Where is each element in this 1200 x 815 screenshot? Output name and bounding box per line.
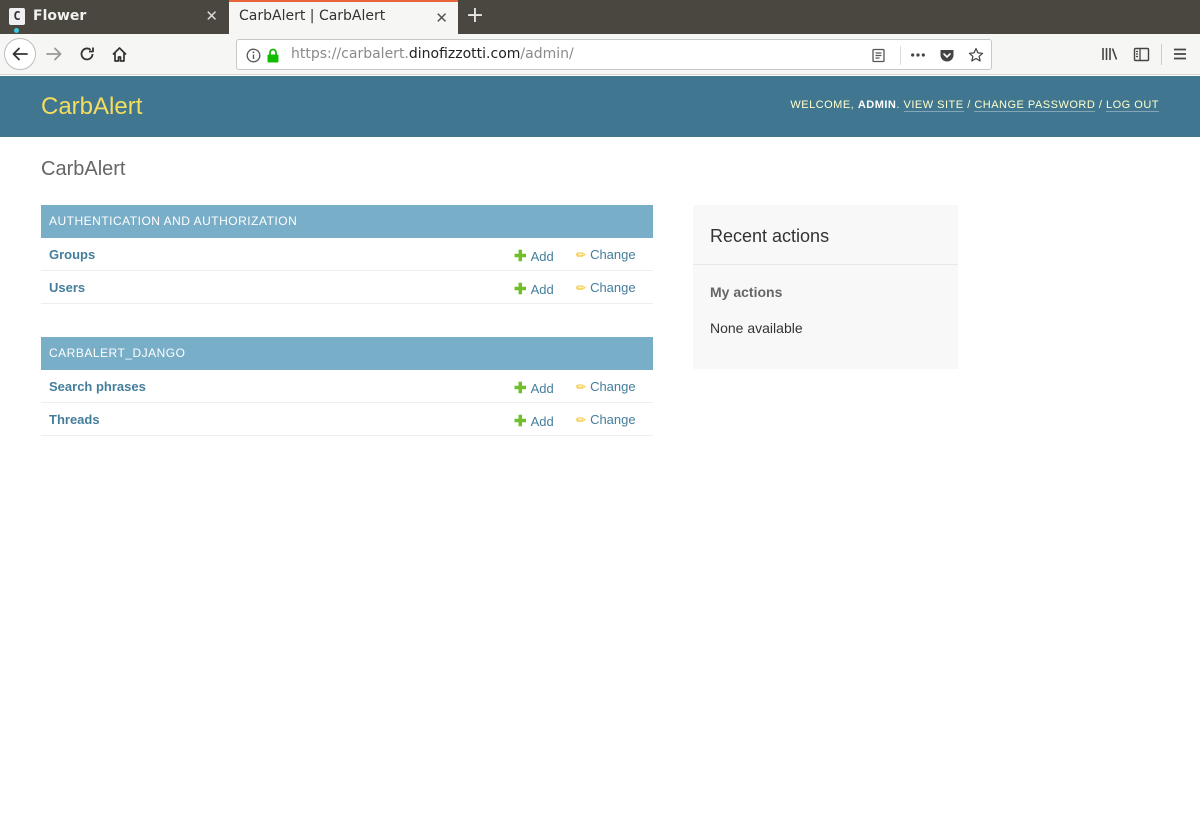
view-site-link[interactable]: View site	[903, 99, 964, 112]
pencil-icon: ✏	[576, 380, 587, 394]
back-button[interactable]	[4, 38, 36, 70]
link-separator: /	[967, 99, 971, 111]
hamburger-menu-icon	[1174, 48, 1186, 60]
link-separator: /	[1098, 99, 1103, 111]
tab-title: Flower	[33, 8, 87, 24]
add-groups-button[interactable]: ✚ Add	[514, 247, 554, 265]
table-row: Threads ✚ Add ✏ Change	[41, 403, 653, 436]
module-caption[interactable]: Authentication and Authorization	[41, 205, 653, 238]
add-users-button[interactable]: ✚ Add	[514, 280, 554, 298]
table-row: Users ✚ Add ✏ Change	[41, 271, 653, 304]
close-tab-icon[interactable]: ✕	[435, 9, 448, 27]
module-authentication: Authentication and Authorization Groups …	[41, 205, 653, 304]
flower-favicon-icon: C	[9, 8, 25, 25]
module-carbalert-django: Carbalert_Django Search phrases ✚ Add ✏ Ch…	[41, 337, 653, 436]
url-bar[interactable]: https://carbalert.dinofizzotti.com/admin…	[236, 39, 992, 70]
model-link-search-phrases[interactable]: Search phrases	[49, 379, 146, 394]
change-label: Change	[590, 412, 636, 427]
more-icon[interactable]	[910, 47, 926, 63]
toolbar-divider	[1161, 44, 1162, 65]
tab-title: CarbAlert | CarbAlert	[239, 8, 386, 24]
tab-strip: C Flower ✕ CarbAlert | CarbAlert ✕ +	[0, 0, 1200, 34]
new-tab-button[interactable]: +	[464, 4, 486, 28]
divider	[693, 264, 958, 265]
table-row: Search phrases ✚ Add ✏ Change	[41, 370, 653, 403]
add-label: Add	[530, 249, 554, 264]
add-threads-button[interactable]: ✚ Add	[514, 412, 554, 430]
sidebar-button[interactable]	[1125, 38, 1157, 70]
pencil-icon: ✏	[576, 248, 587, 262]
tab-flower[interactable]: C Flower ✕	[0, 0, 228, 34]
change-search-phrases-button[interactable]: ✏ Change	[576, 379, 636, 394]
navigation-toolbar: https://carbalert.dinofizzotti.com/admin…	[0, 34, 1200, 75]
plus-icon: ✚	[514, 248, 527, 265]
info-icon[interactable]	[245, 47, 261, 63]
pocket-icon[interactable]	[939, 47, 955, 63]
username: admin	[857, 99, 897, 111]
reader-view-icon[interactable]	[870, 47, 886, 63]
home-button[interactable]	[103, 38, 135, 70]
my-actions-heading: My actions	[710, 284, 783, 300]
tab-carbalert[interactable]: CarbAlert | CarbAlert ✕	[229, 0, 458, 34]
model-link-groups[interactable]: Groups	[49, 247, 95, 262]
no-actions-text: None available	[710, 320, 803, 336]
bookmark-star-icon[interactable]	[968, 47, 984, 63]
user-tools: Welcome, admin. View site / Change passw…	[790, 99, 1159, 112]
menu-button[interactable]	[1164, 38, 1196, 70]
lock-icon[interactable]	[265, 47, 281, 63]
model-link-threads[interactable]: Threads	[49, 412, 100, 427]
url-path: /admin/	[520, 46, 574, 62]
tab-indicator-dot	[14, 28, 19, 33]
change-users-button[interactable]: ✏ Change	[576, 280, 636, 295]
pencil-icon: ✏	[576, 413, 587, 427]
add-label: Add	[530, 414, 554, 429]
plus-icon: ✚	[514, 413, 527, 430]
add-search-phrases-button[interactable]: ✚ Add	[514, 379, 554, 397]
url-bar-divider	[900, 46, 901, 65]
add-label: Add	[530, 381, 554, 396]
change-threads-button[interactable]: ✏ Change	[576, 412, 636, 427]
change-label: Change	[590, 247, 636, 262]
change-label: Change	[590, 379, 636, 394]
change-password-link[interactable]: Change password	[974, 99, 1096, 112]
recent-actions-title: Recent actions	[710, 226, 830, 246]
close-tab-icon[interactable]: ✕	[205, 7, 218, 25]
module-caption[interactable]: Carbalert_Django	[41, 337, 653, 370]
forward-button[interactable]	[38, 38, 70, 70]
page-title: CarbAlert	[41, 158, 126, 180]
table-row: Groups ✚ Add ✏ Change	[41, 238, 653, 271]
admin-header: CarbAlert Welcome, admin. View site / Ch…	[0, 76, 1200, 137]
back-arrow-icon	[12, 47, 28, 61]
library-icon	[1101, 48, 1117, 60]
plus-icon: ✚	[514, 281, 527, 298]
add-label: Add	[530, 282, 554, 297]
pencil-icon: ✏	[576, 281, 587, 295]
site-branding[interactable]: CarbAlert	[41, 93, 142, 121]
log-out-link[interactable]: Log out	[1105, 99, 1159, 112]
reload-icon	[80, 47, 94, 61]
home-icon	[111, 46, 127, 62]
welcome-text: Welcome,	[790, 99, 855, 111]
url-text[interactable]: https://carbalert.dinofizzotti.com/admin…	[291, 46, 574, 62]
change-groups-button[interactable]: ✏ Change	[576, 247, 636, 262]
reload-button[interactable]	[71, 38, 103, 70]
url-prefix: https://carbalert.	[291, 46, 409, 62]
sidebar-icon	[1133, 47, 1149, 61]
library-button[interactable]	[1093, 38, 1125, 70]
plus-icon: ✚	[514, 380, 527, 397]
recent-actions-panel: Recent actions My actions None available	[693, 205, 958, 369]
model-link-users[interactable]: Users	[49, 280, 85, 295]
url-host: dinofizzotti.com	[408, 46, 521, 62]
forward-arrow-icon	[46, 47, 62, 61]
change-label: Change	[590, 280, 636, 295]
